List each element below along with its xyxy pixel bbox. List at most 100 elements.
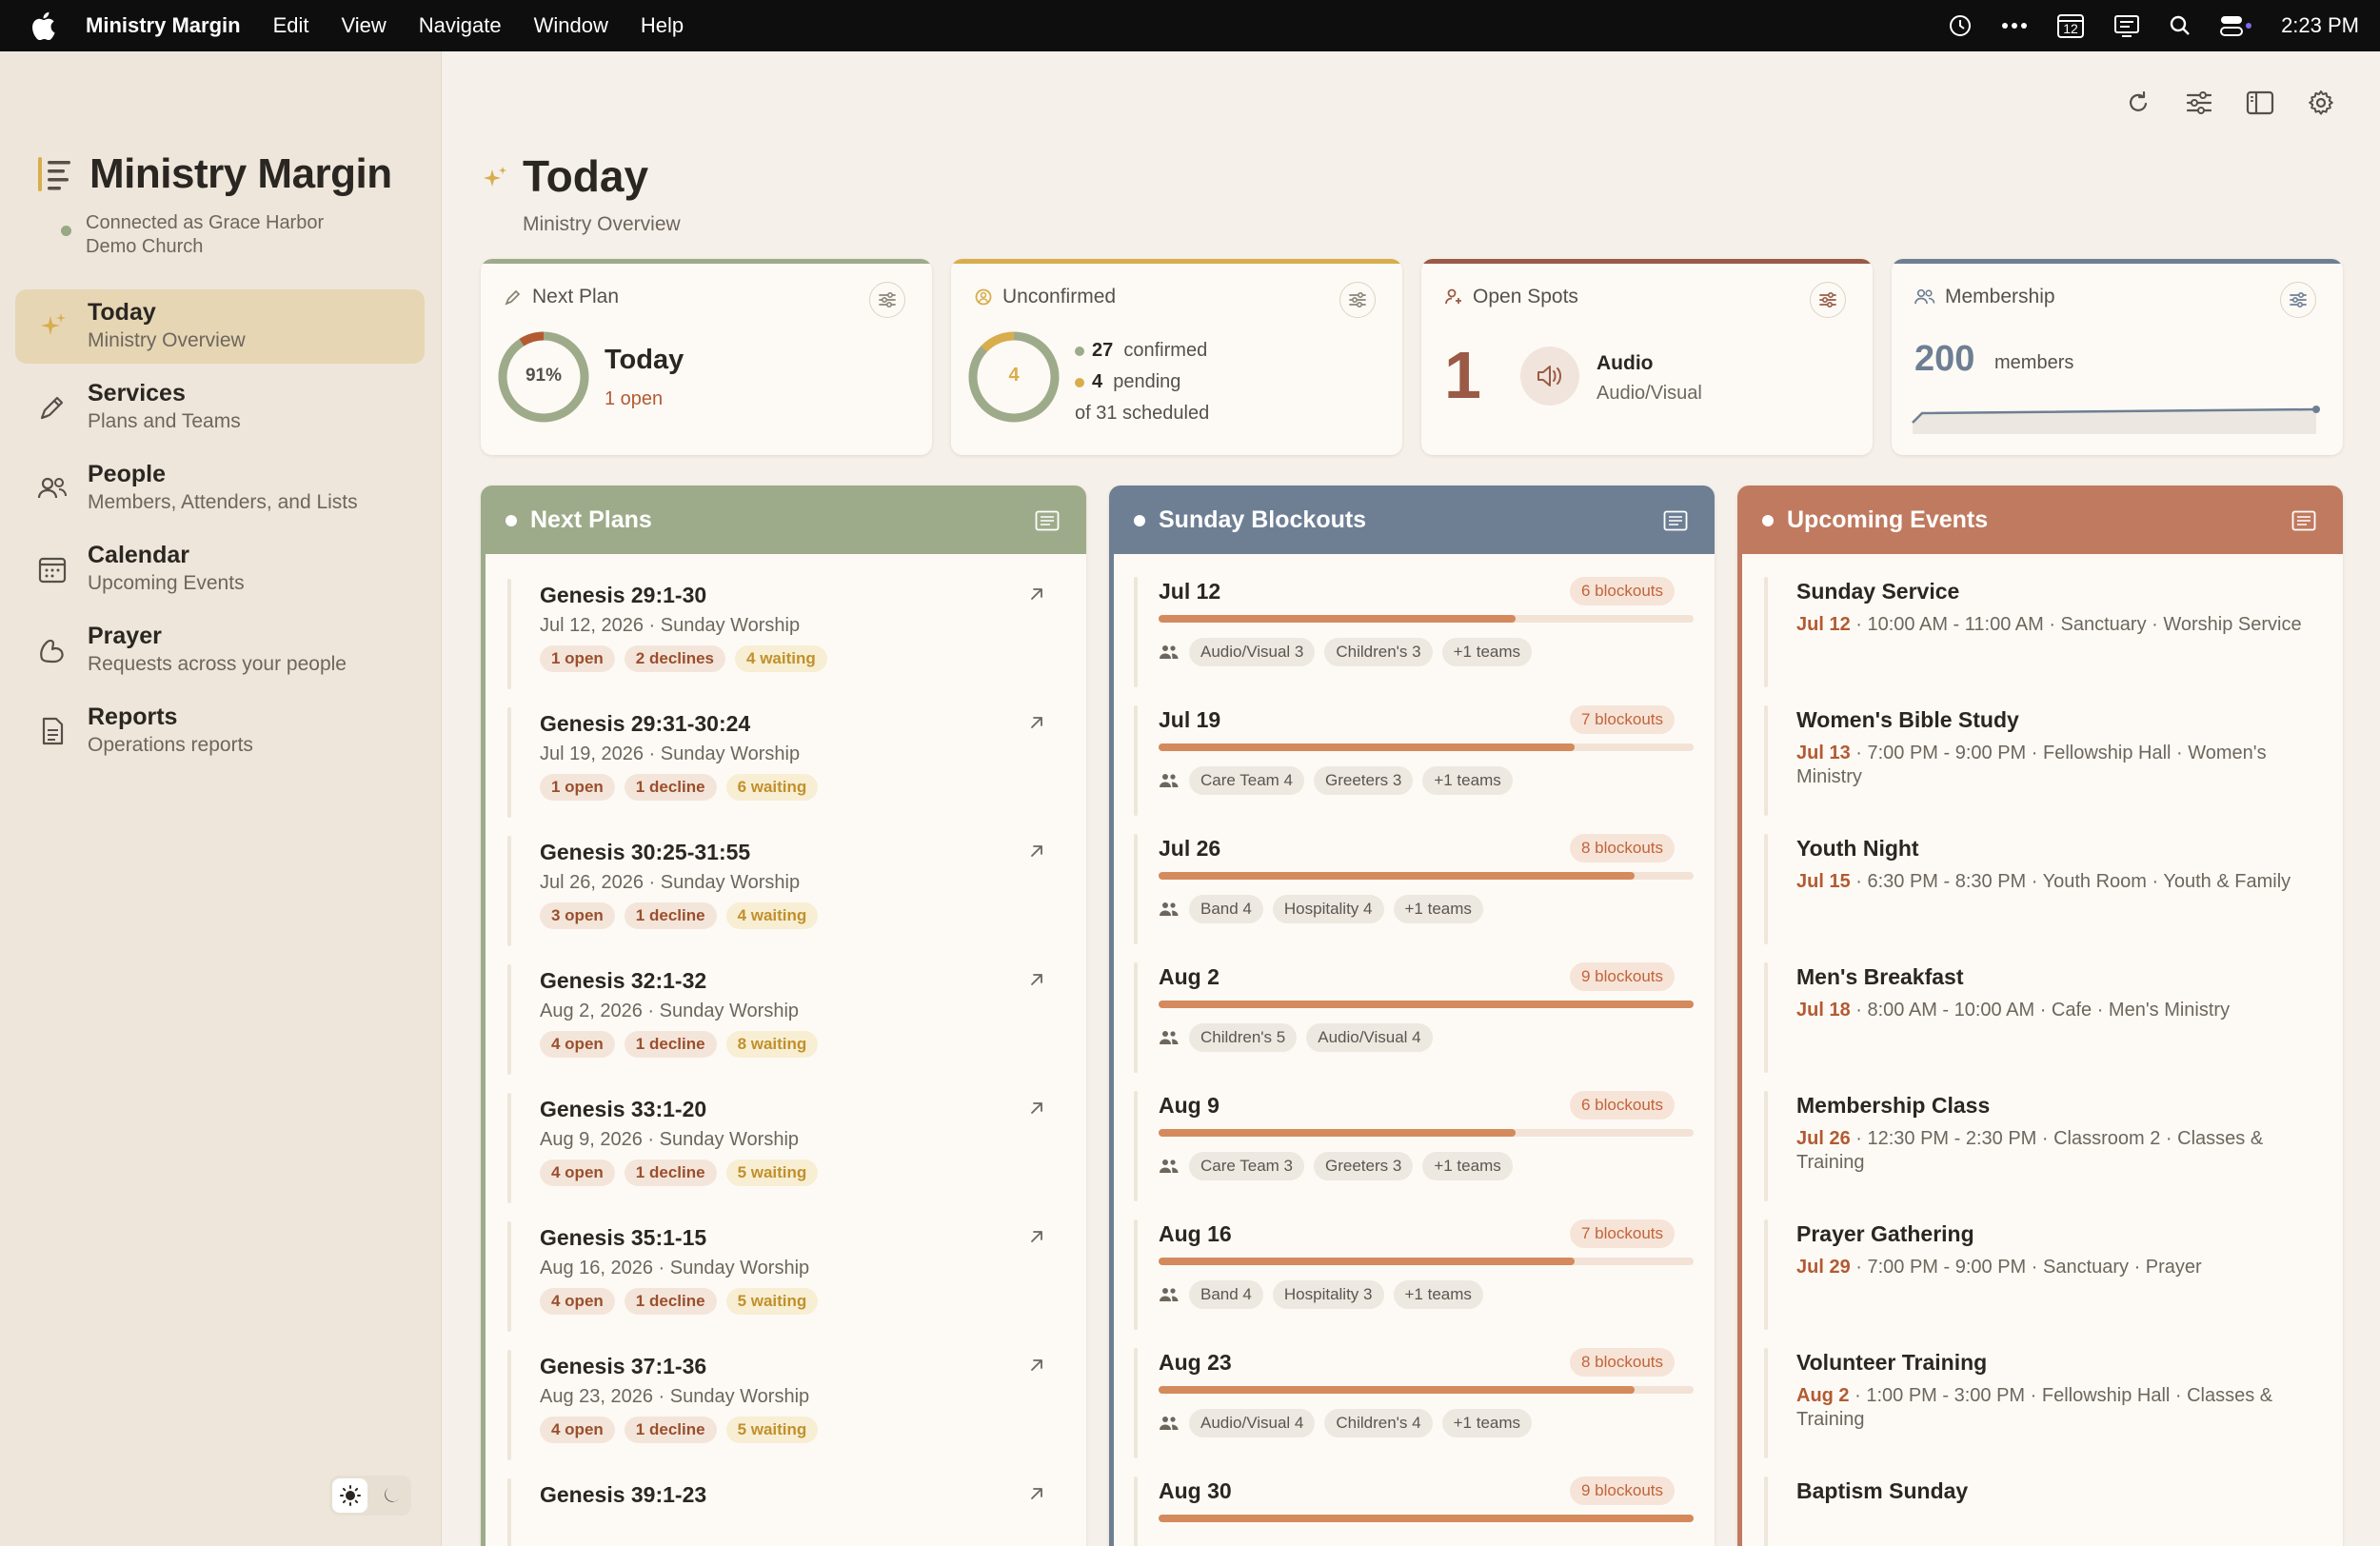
blockout-row[interactable]: Aug 30 9 blockouts bbox=[1134, 1477, 1694, 1546]
sidebar-item-calendar[interactable]: Calendar Upcoming Events bbox=[15, 532, 425, 606]
event-time-location: · 1:00 PM - 3:00 PM · Fellowship Hall · … bbox=[1796, 1385, 2273, 1430]
plan-row[interactable]: Genesis 37:1-36 Aug 23, 2026 · Sunday Wor… bbox=[507, 1350, 1060, 1460]
menu-help[interactable]: Help bbox=[641, 13, 684, 38]
plan-row[interactable]: Genesis 32:1-32 Aug 2, 2026 · Sunday Wors… bbox=[507, 964, 1060, 1075]
settings-gear-icon[interactable] bbox=[2304, 86, 2338, 120]
event-row[interactable]: Membership Class Jul 26 · 12:30 PM - 2:30… bbox=[1764, 1091, 2316, 1201]
sidebar-item-services[interactable]: Services Plans and Teams bbox=[15, 370, 425, 445]
event-details: Aug 2 · 1:00 PM - 3:00 PM · Fellowship H… bbox=[1796, 1384, 2311, 1432]
team-tag: +1 teams bbox=[1393, 1280, 1483, 1309]
card-filter-icon[interactable] bbox=[869, 282, 905, 318]
card-title: Membership bbox=[1945, 286, 2055, 307]
display-icon[interactable] bbox=[2113, 13, 2140, 38]
panel-dot bbox=[1762, 515, 1774, 526]
calendar-icon[interactable]: 12 bbox=[2056, 12, 2085, 39]
card-title: Next Plan bbox=[532, 286, 620, 307]
blockout-row[interactable]: Aug 23 8 blockouts Audio/Visual 4 Children'… bbox=[1134, 1348, 1694, 1458]
event-row[interactable]: Men's Breakfast Jul 18 · 8:00 AM - 10:00 … bbox=[1764, 962, 2316, 1073]
time-machine-icon[interactable] bbox=[1948, 13, 1973, 38]
sidebar-toggle-icon[interactable] bbox=[2243, 86, 2277, 120]
apple-menu-icon[interactable] bbox=[0, 11, 86, 40]
plan-headline: Today bbox=[605, 345, 684, 375]
dark-mode-moon-icon[interactable] bbox=[373, 1478, 408, 1513]
sidebar-item-people[interactable]: People Members, Attenders, and Lists bbox=[15, 451, 425, 525]
speaker-icon bbox=[1520, 347, 1579, 406]
plan-row[interactable]: Genesis 29:1-30 Jul 12, 2026 · Sunday Wor… bbox=[507, 579, 1060, 689]
event-row[interactable]: Volunteer Training Aug 2 · 1:00 PM - 3:00… bbox=[1764, 1348, 2316, 1458]
row-accent-bar bbox=[1764, 834, 1768, 944]
menu-edit[interactable]: Edit bbox=[273, 13, 309, 38]
panel-list-icon[interactable] bbox=[1663, 510, 1688, 531]
team-tag: Audio/Visual 3 bbox=[1189, 638, 1316, 666]
team-tag: +1 teams bbox=[1441, 638, 1533, 666]
plan-row[interactable]: Genesis 30:25-31:55 Jul 26, 2026 · Sunday… bbox=[507, 836, 1060, 946]
open-external-arrow-icon[interactable] bbox=[1027, 585, 1046, 604]
event-row[interactable]: Sunday Service Jul 12 · 10:00 AM - 11:00 … bbox=[1764, 577, 2316, 687]
next-plan-card[interactable]: Next Plan 91% Today 1 open bbox=[481, 259, 932, 455]
plan-row[interactable]: Genesis 33:1-20 Aug 9, 2026 · Sunday Wors… bbox=[507, 1093, 1060, 1203]
theme-toggle bbox=[329, 1476, 411, 1516]
plan-title: Genesis 30:25-31:55 bbox=[540, 840, 751, 864]
open-spots-card[interactable]: Open Spots 1 Audio Audio/Visual bbox=[1421, 259, 1873, 455]
menu-app-name[interactable]: Ministry Margin bbox=[86, 13, 241, 38]
event-row[interactable]: Prayer Gathering Jul 29 · 7:00 PM - 9:00 … bbox=[1764, 1219, 2316, 1330]
open-external-arrow-icon[interactable] bbox=[1027, 1356, 1046, 1375]
document-icon bbox=[36, 715, 69, 747]
open-external-arrow-icon[interactable] bbox=[1027, 1099, 1046, 1118]
blockout-row[interactable]: Aug 9 6 blockouts Care Team 3 Greeters 3 +1 … bbox=[1134, 1091, 1694, 1201]
open-pill: 1 open bbox=[540, 645, 615, 672]
waiting-pill: 4 waiting bbox=[725, 902, 819, 929]
card-filter-icon[interactable] bbox=[1810, 282, 1846, 318]
membership-card[interactable]: Membership 200 members bbox=[1892, 259, 2343, 455]
sidebar-item-reports[interactable]: Reports Operations reports bbox=[15, 694, 425, 768]
open-external-arrow-icon[interactable] bbox=[1027, 1484, 1046, 1503]
card-filter-icon[interactable] bbox=[1339, 282, 1376, 318]
event-row[interactable]: Youth Night Jul 15 · 6:30 PM - 8:30 PM · … bbox=[1764, 834, 2316, 944]
plan-status-pills: 1 open 2 declines 4 waiting bbox=[540, 645, 827, 672]
event-row[interactable]: Women's Bible Study Jul 13 · 7:00 PM - 9:… bbox=[1764, 705, 2316, 816]
events-list: Sunday Service Jul 12 · 10:00 AM - 11:00 … bbox=[1737, 554, 2343, 1546]
blockout-row[interactable]: Aug 2 9 blockouts Children's 5 Audio/Visual… bbox=[1134, 962, 1694, 1073]
sidebar-item-prayer[interactable]: Prayer Requests across your people bbox=[15, 613, 425, 687]
row-accent-bar bbox=[1134, 577, 1138, 687]
menu-view[interactable]: View bbox=[342, 13, 387, 38]
menu-window[interactable]: Window bbox=[534, 13, 608, 38]
control-center-icon[interactable] bbox=[2220, 14, 2252, 37]
team-tag: +1 teams bbox=[1393, 895, 1483, 923]
blockouts-list: Jul 12 6 blockouts Audio/Visual 3 Children'… bbox=[1109, 554, 1715, 1546]
plan-row[interactable]: Genesis 35:1-15 Aug 16, 2026 · Sunday Wor… bbox=[507, 1221, 1060, 1332]
light-mode-sun-icon[interactable] bbox=[332, 1478, 367, 1513]
menu-navigate[interactable]: Navigate bbox=[419, 13, 502, 38]
open-external-arrow-icon[interactable] bbox=[1027, 713, 1046, 732]
refresh-icon[interactable] bbox=[2121, 86, 2155, 120]
blockout-row[interactable]: Jul 12 6 blockouts Audio/Visual 3 Children'… bbox=[1134, 577, 1694, 687]
panel-list-icon[interactable] bbox=[1035, 510, 1060, 531]
blockout-row[interactable]: Jul 26 8 blockouts Band 4 Hospitality 4 +1 t… bbox=[1134, 834, 1694, 944]
sidebar-item-sub: Operations reports bbox=[88, 734, 253, 756]
more-icon[interactable] bbox=[2001, 21, 2028, 30]
card-header: Next Plan bbox=[504, 286, 619, 308]
waiting-pill: 5 waiting bbox=[725, 1160, 819, 1186]
search-icon[interactable] bbox=[2169, 14, 2192, 37]
sidebar-item-label: Reports bbox=[88, 704, 178, 730]
plan-row[interactable]: Genesis 29:31-30:24 Jul 19, 2026 · Sunday… bbox=[507, 707, 1060, 818]
blockout-row[interactable]: Aug 16 7 blockouts Band 4 Hospitality 3 +1 t… bbox=[1134, 1219, 1694, 1330]
event-row[interactable]: Baptism Sunday bbox=[1764, 1477, 2316, 1546]
card-filter-icon[interactable] bbox=[2280, 282, 2316, 318]
event-time-location: · 10:00 AM - 11:00 AM · Sanctuary · Wors… bbox=[1850, 614, 2302, 635]
blockout-row[interactable]: Jul 19 7 blockouts Care Team 4 Greeters 3 +1… bbox=[1134, 705, 1694, 816]
open-external-arrow-icon[interactable] bbox=[1027, 842, 1046, 861]
event-details: Jul 12 · 10:00 AM - 11:00 AM · Sanctuary… bbox=[1796, 613, 2311, 637]
open-external-arrow-icon[interactable] bbox=[1027, 1227, 1046, 1246]
event-time-location: · 6:30 PM - 8:30 PM · Youth Room · Youth… bbox=[1850, 871, 2291, 892]
sliders-icon[interactable] bbox=[2182, 86, 2216, 120]
sidebar-item-today[interactable]: Today Ministry Overview bbox=[15, 289, 425, 364]
plan-status-pills: 4 open 1 decline 8 waiting bbox=[540, 1031, 819, 1058]
event-title: Membership Class bbox=[1796, 1093, 1991, 1118]
panel-list-icon[interactable] bbox=[2291, 510, 2316, 531]
plan-row[interactable]: Genesis 39:1-23 bbox=[507, 1478, 1060, 1546]
sidebar-item-sub: Upcoming Events bbox=[88, 572, 245, 594]
unconfirmed-card[interactable]: Unconfirmed 4 27 confirmed 4 pending of … bbox=[951, 259, 1402, 455]
card-header: Unconfirmed bbox=[974, 286, 1116, 308]
open-external-arrow-icon[interactable] bbox=[1027, 970, 1046, 989]
